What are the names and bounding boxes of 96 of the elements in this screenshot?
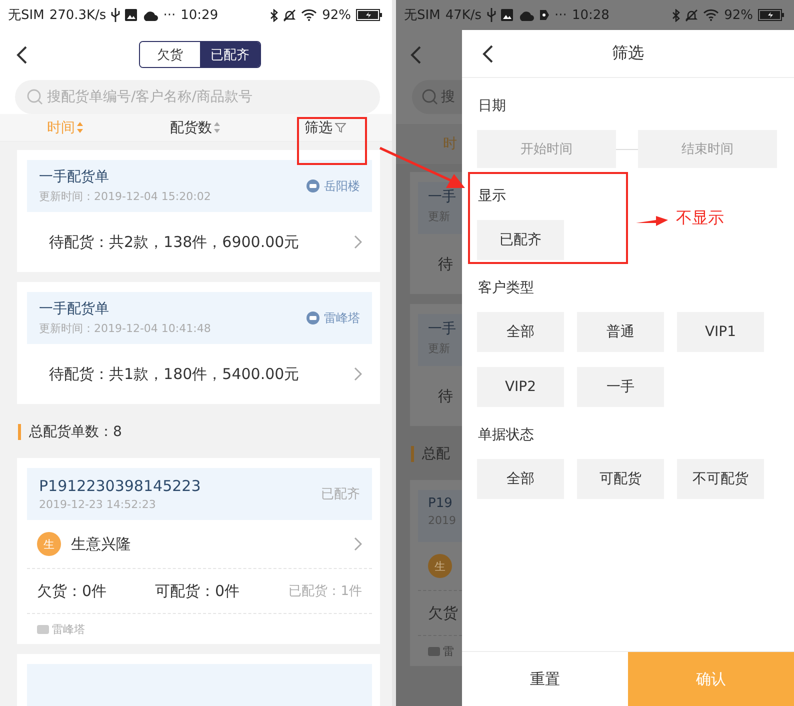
card-title: 一手配货单 (39, 168, 110, 186)
filter-icon (334, 122, 346, 132)
option-button[interactable]: VIP1 (677, 312, 764, 352)
back-icon[interactable] (482, 44, 494, 64)
sort-arrows-icon (214, 122, 220, 133)
option-button[interactable]: 普通 (577, 312, 664, 352)
pending-summary: 待 (438, 254, 453, 274)
network-speed: 47K/s (445, 8, 482, 22)
battery-percent: 92% (322, 8, 351, 22)
store-name: 雷峰塔 (52, 622, 85, 636)
accent-bar (411, 446, 414, 462)
store-name: 雷 (443, 644, 454, 658)
battery-percent: 92% (724, 8, 753, 22)
search-icon (27, 89, 43, 105)
store-name: 岳阳楼 (324, 178, 360, 194)
carrier-text: 无SIM (8, 7, 44, 24)
sort-label: 时 (443, 135, 457, 153)
shortage-count: 欠货 (428, 604, 458, 622)
date-field[interactable]: 开始时间 (477, 130, 616, 168)
search-placeholder: 搜 (441, 88, 455, 106)
wifi-icon (301, 9, 318, 21)
tag-icon (538, 9, 550, 21)
available-count: 可配货：0件 (155, 582, 241, 600)
card-title: 一手 (428, 320, 457, 338)
store-name: 雷峰塔 (324, 310, 360, 326)
clock-time: 10:28 (572, 8, 610, 22)
chevron-right-icon (354, 235, 362, 249)
store-icon (428, 646, 440, 656)
option-button[interactable]: 已配齐 (477, 220, 564, 260)
shortage-count: 欠货：0件 (37, 582, 108, 600)
pending-summary: 待配货：共2款，138件，6900.00元 (49, 232, 300, 252)
pending-summary: 待配货：共1款，180件，5400.00元 (49, 364, 300, 384)
more-indicator: ··· (163, 8, 176, 22)
cloud-icon (518, 10, 534, 20)
usb-icon (111, 8, 120, 22)
image-icon (500, 9, 513, 21)
chevron-right-icon (354, 537, 362, 551)
cloud-icon (142, 10, 158, 20)
updated-time: 更新时间：2019-12-04 15:20:02 (39, 189, 211, 204)
order-number: P1912230398145223 (39, 477, 201, 495)
sort-button[interactable]: 配货数 (166, 114, 224, 140)
pending-card[interactable]: 一手配货单 更新时间：2019-12-04 10:41:48 雷峰塔 待配货：共1款，180件，5400.00元 (17, 282, 380, 404)
section-title: 单据状态 (478, 426, 535, 445)
battery-icon (758, 9, 784, 21)
network-speed: 270.3K/s (49, 8, 106, 22)
section-title: 显示 (478, 187, 507, 206)
order-card[interactable]: P1912230398145223 2019-12-23 14:52:23 已配齐 生 生意兴隆 欠货：0件 可配货：0件 已配货：1件 雷峰塔 (17, 458, 380, 644)
card-title: 一手 (428, 188, 457, 206)
highlight-frame (297, 117, 367, 165)
store-icon (37, 624, 49, 634)
total-count: 总配货单数：8 (29, 423, 122, 441)
pending-summary: 待 (438, 386, 453, 406)
battery-icon (356, 9, 382, 21)
annotation-note: 不显示 (676, 208, 724, 229)
tab[interactable]: 已配齐 (200, 42, 260, 67)
updated-time: 更新时间：2019-12-04 10:41:48 (39, 321, 211, 336)
back-icon[interactable] (16, 45, 28, 65)
allocated-count: 已配货：1件 (288, 583, 362, 600)
bell-off-icon (283, 8, 296, 22)
section-title: 客户类型 (478, 279, 535, 298)
card-title: 一手配货单 (39, 300, 110, 318)
order-time: 2019-12-23 14:52:23 (39, 498, 157, 511)
store-icon (306, 179, 320, 193)
chevron-right-icon (354, 367, 362, 381)
image-icon (125, 9, 138, 21)
annotation-arrow (636, 214, 668, 228)
option-button[interactable]: 一手 (577, 367, 664, 407)
store-icon (306, 311, 320, 325)
filter-button[interactable]: 筛选 (300, 114, 350, 140)
usb-icon (486, 8, 496, 22)
panel-title: 筛选 (612, 43, 644, 64)
avatar: 生 (428, 554, 452, 578)
clock-time: 10:29 (180, 8, 218, 22)
bluetooth-icon (270, 8, 278, 22)
pending-card[interactable]: 一手配货单 更新时间：2019-12-04 15:20:02 岳阳楼 待配货：共2款，138件，6900.00元 (17, 150, 380, 272)
option-button[interactable]: 不可配货 (677, 459, 764, 499)
customer-name: 生意兴隆 (71, 534, 131, 554)
option-button[interactable]: 可配货 (577, 459, 664, 499)
bluetooth-icon (672, 8, 680, 22)
wifi-icon (703, 9, 720, 21)
sort-arrows-icon (77, 122, 83, 133)
accent-bar (18, 424, 21, 440)
search-field[interactable]: 搜配货单编号/客户名称/商品款号 (15, 80, 380, 114)
option-button[interactable]: 全部 (477, 459, 564, 499)
date-field[interactable]: 结束时间 (638, 130, 777, 168)
order-status: 已配齐 (321, 486, 360, 503)
option-button[interactable]: 全部 (477, 312, 564, 352)
carrier-text: 无SIM (404, 7, 440, 24)
total-count: 总配 (422, 445, 450, 463)
section-title: 日期 (478, 97, 507, 116)
bell-off-icon (685, 8, 698, 22)
option-button[interactable]: VIP2 (477, 367, 564, 407)
search-icon (422, 89, 438, 105)
avatar: 生 (37, 532, 61, 556)
more-indicator: ··· (554, 8, 567, 22)
order-number: P19 (428, 496, 454, 511)
